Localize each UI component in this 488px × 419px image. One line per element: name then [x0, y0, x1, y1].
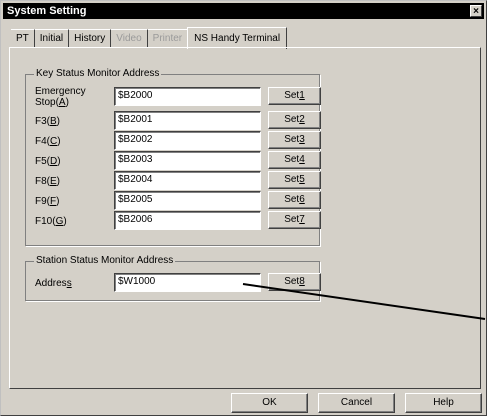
callout-line [242, 283, 486, 320]
help-button[interactable]: Help [405, 393, 482, 413]
system-setting-dialog: System Setting × PT Initial History Vide… [0, 0, 487, 416]
ok-button[interactable]: OK [231, 393, 308, 413]
cancel-button[interactable]: Cancel [318, 393, 395, 413]
